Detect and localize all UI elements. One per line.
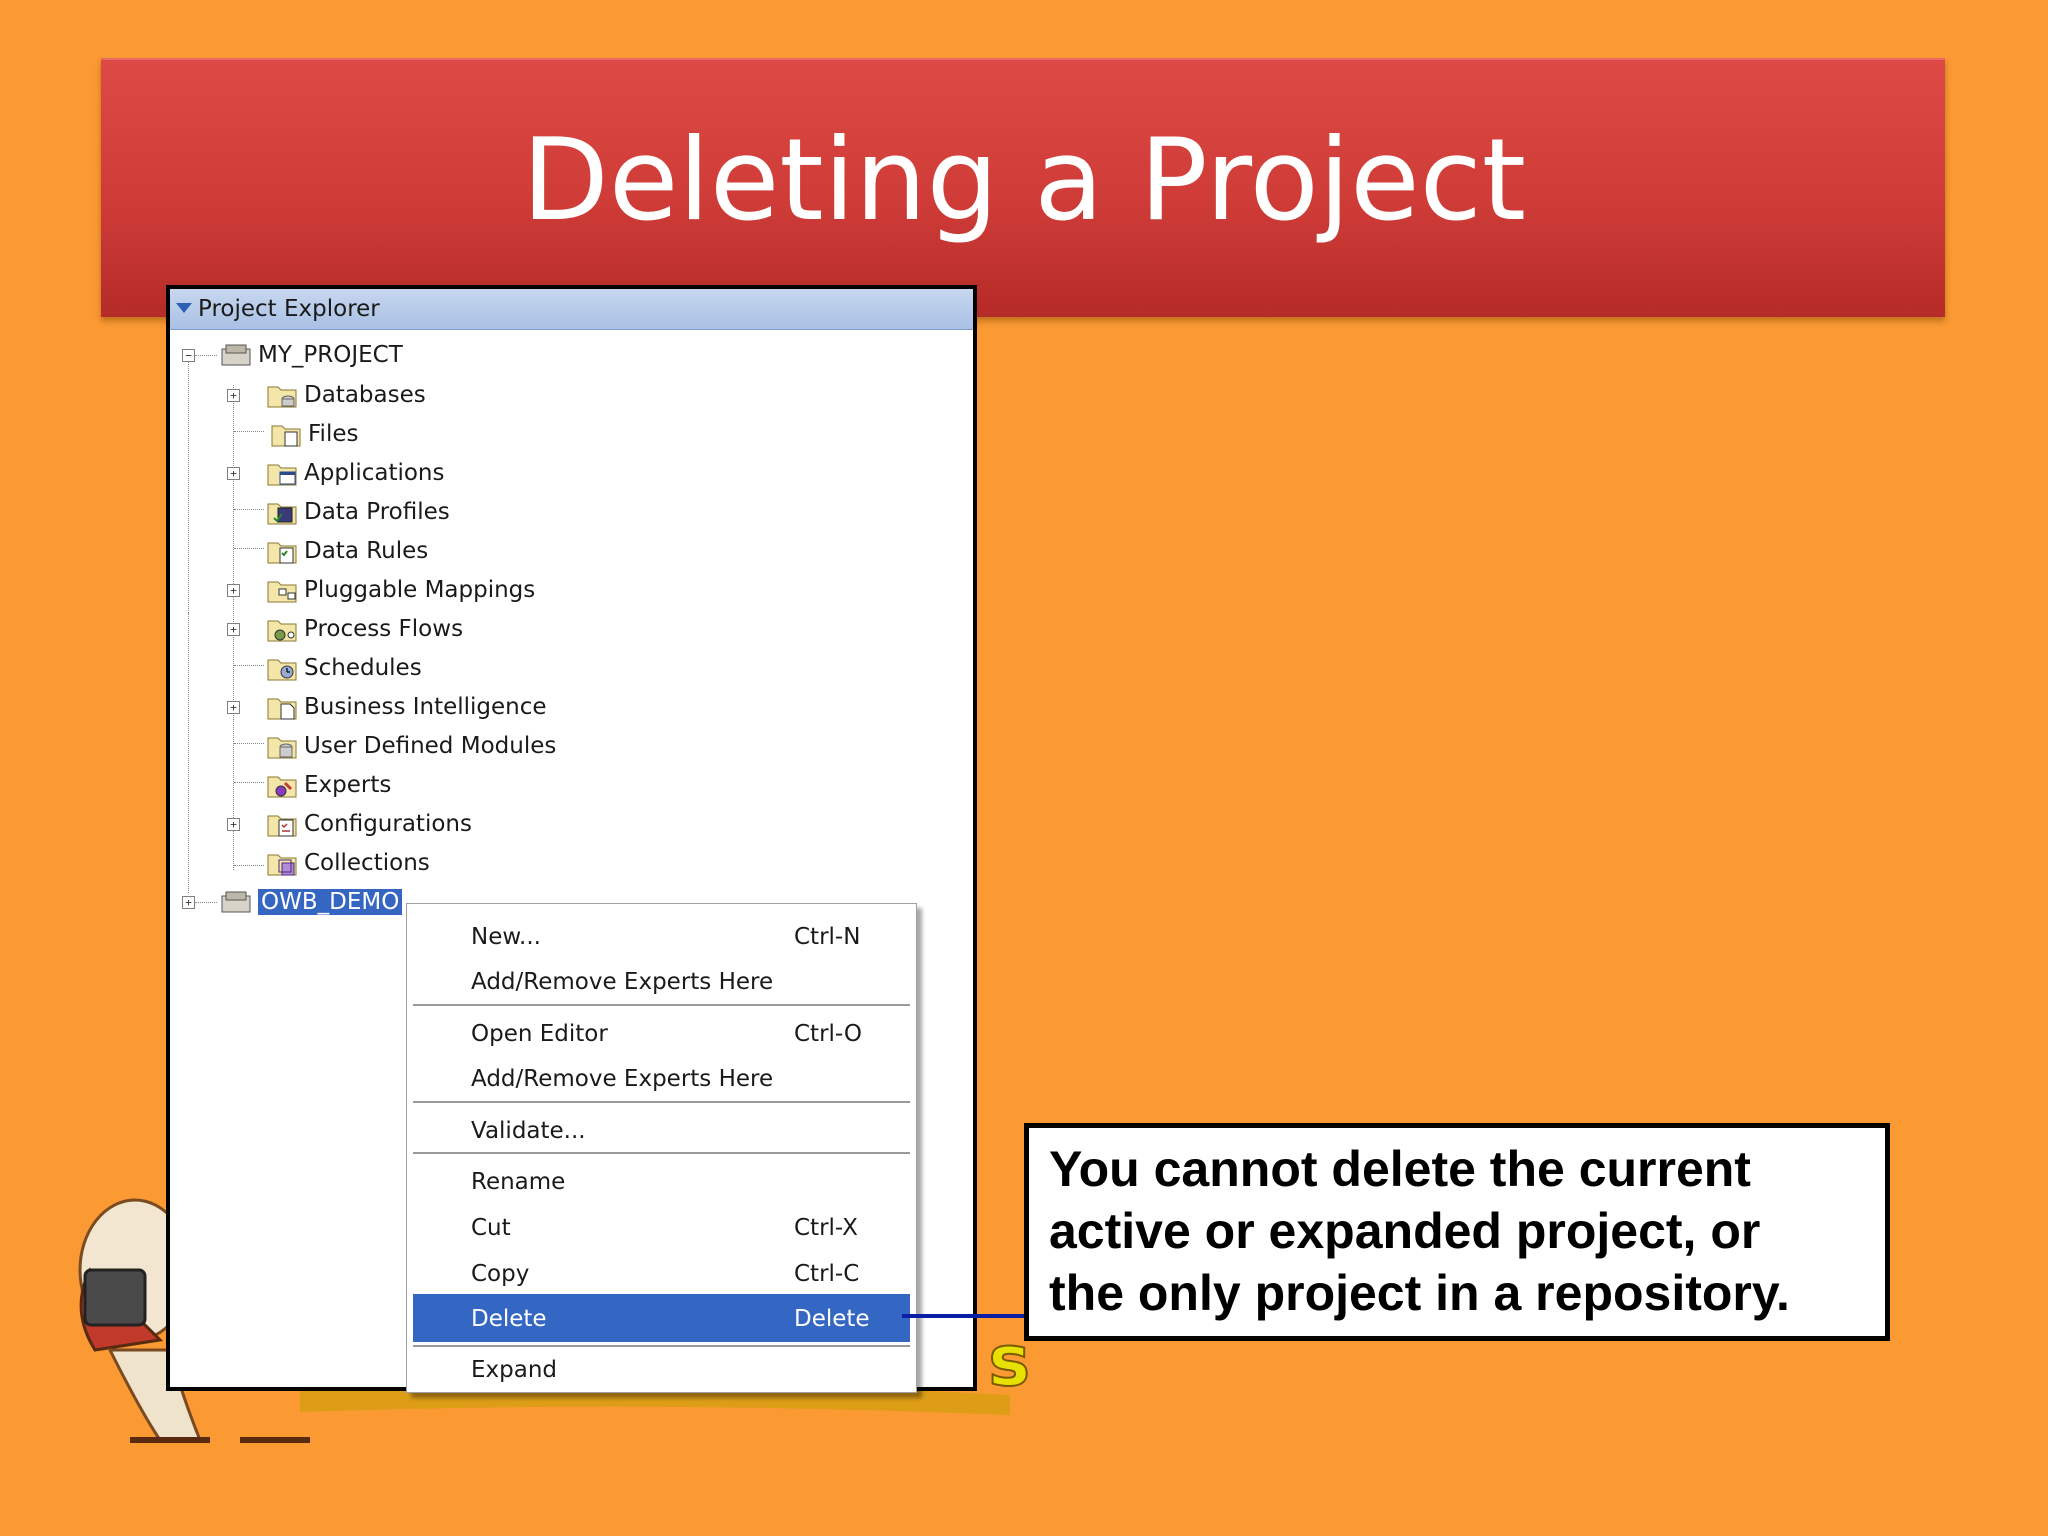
tree-item-process-flows[interactable]: Process Flows <box>266 611 463 647</box>
menu-separator <box>413 1345 910 1347</box>
pluggable-mappings-folder-icon <box>267 581 297 603</box>
tree-item-label: Pluggable Mappings <box>304 577 536 603</box>
menu-item-rename[interactable]: Rename <box>413 1161 910 1203</box>
tree-item-experts[interactable]: Experts <box>266 767 391 803</box>
menu-item-delete[interactable]: Delete Delete <box>413 1294 910 1342</box>
tree-item-label: Schedules <box>304 655 422 681</box>
callout-box: You cannot delete the current active or … <box>1024 1123 1890 1341</box>
tree-item-label: Applications <box>304 460 445 486</box>
tree-item-owb-demo[interactable]: OWB_DEMO <box>220 884 403 920</box>
menu-separator <box>413 1152 910 1154</box>
data-profiles-folder-icon <box>267 503 297 525</box>
tree-item-pluggable-mappings[interactable]: Pluggable Mappings <box>266 572 535 608</box>
tree-item-my-project[interactable]: MY_PROJECT <box>220 337 403 373</box>
collapse-toggle-icon[interactable]: − <box>182 349 195 362</box>
tree-item-label: Files <box>308 421 359 447</box>
tree-item-user-defined-modules[interactable]: User Defined Modules <box>266 728 556 764</box>
business-intelligence-folder-icon <box>267 698 297 720</box>
tree-item-label: Data Profiles <box>304 499 450 525</box>
expand-toggle-icon[interactable]: + <box>227 584 240 597</box>
slide-title: Deleting a Project <box>521 114 1527 246</box>
tree-item-data-profiles[interactable]: Data Profiles <box>266 494 450 530</box>
tree-line <box>188 353 189 613</box>
tree-item-label: Business Intelligence <box>304 694 547 720</box>
tree-item-collections[interactable]: Collections <box>266 845 430 881</box>
tree-item-business-intelligence[interactable]: Business Intelligence <box>266 689 547 725</box>
menu-separator <box>413 1004 910 1006</box>
menu-item-copy[interactable]: Copy Ctrl-C <box>413 1253 910 1295</box>
tree-item-label: Experts <box>304 772 392 798</box>
tree-item-label: Configurations <box>304 811 472 837</box>
tree-item-configurations[interactable]: Configurations <box>266 806 472 842</box>
menu-item-validate[interactable]: Validate... <box>413 1110 910 1152</box>
experts-folder-icon <box>267 776 297 798</box>
expand-toggle-icon[interactable]: + <box>227 389 240 402</box>
callout-text: You cannot delete the current active or … <box>1049 1138 1865 1324</box>
expand-toggle-icon[interactable]: + <box>227 467 240 480</box>
data-rules-folder-icon <box>267 542 297 564</box>
expand-toggle-icon[interactable]: + <box>227 623 240 636</box>
menu-item-add-remove-experts[interactable]: Add/Remove Experts Here <box>413 961 910 1003</box>
menu-item-cut[interactable]: Cut Ctrl-X <box>413 1207 910 1249</box>
callout-line: active or expanded project, or <box>1049 1203 1761 1259</box>
tree-item-label: Process Flows <box>304 616 464 642</box>
tree-item-applications[interactable]: Applications <box>266 455 445 491</box>
project-icon <box>221 344 251 366</box>
tree-item-label: Data Rules <box>304 538 429 564</box>
user-defined-modules-folder-icon <box>267 737 297 759</box>
tree-item-data-rules[interactable]: Data Rules <box>266 533 428 569</box>
menu-item-open-editor[interactable]: Open Editor Ctrl-O <box>413 1013 910 1055</box>
tree-item-label: Databases <box>304 382 426 408</box>
menu-item-new[interactable]: New... Ctrl-N <box>413 916 910 958</box>
collections-folder-icon <box>267 854 297 876</box>
callout-line: You cannot delete the current <box>1049 1141 1751 1197</box>
database-folder-icon <box>267 386 297 408</box>
process-flows-folder-icon <box>267 620 297 642</box>
callout-connector-line <box>902 1314 1026 1318</box>
explorer-header[interactable]: Project Explorer <box>170 289 973 330</box>
tree-line <box>188 613 189 893</box>
expand-toggle-icon[interactable]: + <box>182 896 195 909</box>
callout-line: the only project in a repository. <box>1049 1265 1790 1321</box>
configurations-folder-icon <box>267 815 297 837</box>
tree-item-label: OWB_DEMO <box>258 889 403 915</box>
tree-item-files[interactable]: Files <box>270 416 358 452</box>
tree-item-label: Collections <box>304 850 430 876</box>
project-icon <box>221 891 251 913</box>
tree-item-databases[interactable]: Databases <box>266 377 426 413</box>
menu-separator <box>413 1101 910 1103</box>
tree-item-label: MY_PROJECT <box>258 342 403 368</box>
tree-item-label: User Defined Modules <box>304 733 557 759</box>
expand-toggle-icon[interactable]: + <box>227 818 240 831</box>
files-folder-icon <box>271 425 301 447</box>
applications-folder-icon <box>267 464 297 486</box>
menu-item-expand[interactable]: Expand <box>413 1349 910 1391</box>
schedules-folder-icon <box>267 659 297 681</box>
menu-item-add-remove-experts-here[interactable]: Add/Remove Experts Here <box>413 1058 910 1100</box>
explorer-title: Project Explorer <box>198 296 380 322</box>
context-menu: New... Ctrl-N Add/Remove Experts Here Op… <box>406 903 917 1393</box>
collapse-triangle-icon[interactable] <box>176 303 192 313</box>
expand-toggle-icon[interactable]: + <box>227 701 240 714</box>
tree-item-schedules[interactable]: Schedules <box>266 650 422 686</box>
